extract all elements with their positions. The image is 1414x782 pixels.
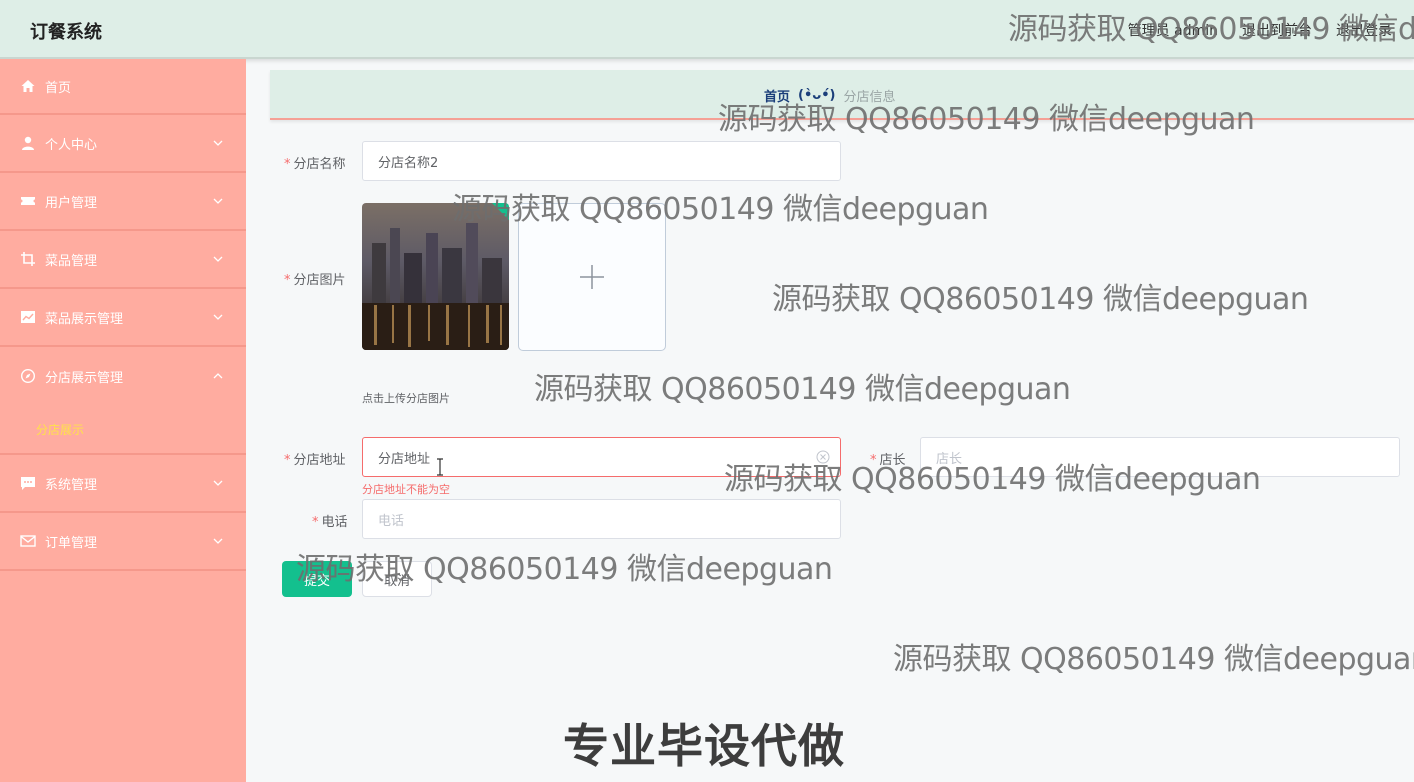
crop-icon xyxy=(20,251,36,267)
sidebar-item-label: 个人中心 xyxy=(45,137,98,153)
phone-label: * 电话 xyxy=(312,515,348,530)
breadcrumb-current: 分店信息 xyxy=(843,90,896,105)
branch-address-input[interactable]: 分店地址 xyxy=(362,437,841,477)
plus-icon xyxy=(580,265,604,289)
sidebar-item-user-management[interactable]: 用户管理 xyxy=(0,173,246,231)
logout-link[interactable]: 退出登录 xyxy=(1336,20,1392,40)
sidebar-subitem-label: 分店展示 xyxy=(36,422,85,437)
chart-icon xyxy=(20,309,36,325)
sidebar-item-label: 系统管理 xyxy=(45,477,98,493)
breadcrumb-home[interactable]: 首页 xyxy=(764,86,790,105)
address-error: 分店地址不能为空 xyxy=(362,483,450,496)
chevron-down-icon xyxy=(213,314,223,320)
sidebar-item-label: 用户管理 xyxy=(45,195,98,211)
watermark: 源码获取 QQ86050149 微信deepguar xyxy=(893,642,1414,677)
phone-input[interactable]: 电话 xyxy=(362,499,841,539)
app-title: 订餐系统 xyxy=(30,22,102,43)
breadcrumb-separator: (•̀ᴗ•́) xyxy=(798,88,836,103)
chevron-down-icon xyxy=(213,256,223,262)
sidebar-item-label: 菜品管理 xyxy=(45,253,98,269)
sidebar-item-branch-display-management[interactable]: 分店展示管理 xyxy=(0,347,246,405)
manager-input[interactable]: 店长 xyxy=(920,437,1400,477)
branch-image-thumbnail[interactable] xyxy=(362,203,509,350)
watermark-big: 专业毕设代做 xyxy=(563,719,845,773)
sidebar-item-order-management[interactable]: 订单管理 xyxy=(0,513,246,571)
home-icon xyxy=(20,78,36,94)
chevron-down-icon xyxy=(213,538,223,544)
chevron-down-icon xyxy=(213,198,223,204)
sidebar-item-label: 订单管理 xyxy=(45,535,98,551)
chat-icon xyxy=(20,475,36,491)
submit-button[interactable]: 提交 xyxy=(282,561,352,597)
clear-icon[interactable] xyxy=(816,450,830,464)
compass-icon xyxy=(20,368,36,384)
sidebar-item-personal-center[interactable]: 个人中心 xyxy=(0,115,246,173)
top-header: 订餐系统 管理员 admin 退出到前台 退出登录 xyxy=(0,0,1414,59)
upload-add-button[interactable] xyxy=(518,203,666,351)
sidebar-item-label: 菜品展示管理 xyxy=(45,311,124,327)
cancel-button[interactable]: 取消 xyxy=(362,561,432,597)
ticket-icon xyxy=(20,193,36,209)
sidebar-item-system-management[interactable]: 系统管理 xyxy=(0,455,246,513)
sidebar-item-dish-display-management[interactable]: 菜品展示管理 xyxy=(0,289,246,347)
sidebar-item-label: 分店展示管理 xyxy=(45,370,124,386)
text-cursor-icon xyxy=(437,458,443,476)
sidebar-item-dish-management[interactable]: 菜品管理 xyxy=(0,231,246,289)
branch-address-label: * 分店地址 xyxy=(284,453,346,468)
header-actions: 管理员 admin 退出到前台 退出登录 xyxy=(1128,20,1392,40)
mail-icon xyxy=(20,533,36,549)
sidebar: 首页 个人中心 用户管理 菜品管理 菜品展示管理 分店展示管理 分店展示 系统管… xyxy=(0,59,246,782)
chevron-up-icon xyxy=(213,373,223,379)
chevron-down-icon xyxy=(213,140,223,146)
branch-name-label: * 分店名称 xyxy=(284,157,346,172)
to-front-link[interactable]: 退出到前台 xyxy=(1242,20,1312,40)
sidebar-item-label: 首页 xyxy=(45,80,72,96)
manager-label: * 店长 xyxy=(870,453,906,468)
chevron-down-icon xyxy=(213,480,223,486)
breadcrumb: 首页 (•̀ᴗ•́) 分店信息 xyxy=(270,70,1414,120)
upload-tip: 点击上传分店图片 xyxy=(362,392,450,405)
sidebar-subitem-branch-display[interactable]: 分店展示 xyxy=(0,405,246,455)
sidebar-item-home[interactable]: 首页 xyxy=(0,59,246,115)
branch-name-input[interactable]: 分店名称2 xyxy=(362,141,841,181)
admin-label: 管理员 admin xyxy=(1127,23,1218,39)
branch-image-label: * 分店图片 xyxy=(284,273,346,288)
user-icon xyxy=(20,135,36,151)
